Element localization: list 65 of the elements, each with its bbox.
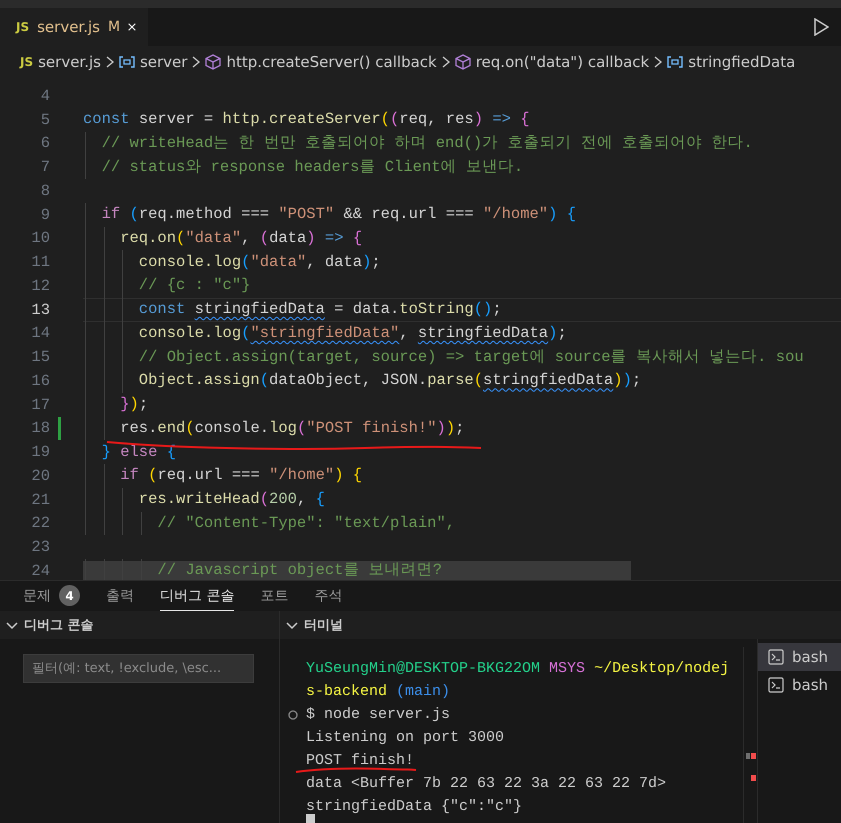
count-badge: 4: [59, 585, 80, 606]
line-number: 11: [30, 253, 50, 272]
terminal-line: POST finish!: [306, 752, 414, 768]
code-line: });: [119, 396, 148, 414]
breadcrumb-item[interactable]: server.js: [38, 53, 101, 71]
terminal-line: YuSeungMin@DESKTOP-BKG22OM MSYS ~/Desktop/nodej: [306, 660, 730, 676]
line-number: 21: [30, 490, 50, 509]
line-number: 19: [30, 443, 50, 462]
line-number: 8: [40, 182, 50, 200]
line-number: 17: [30, 396, 50, 414]
terminal-line: data <Buffer 7b 22 63 22 3a 22 63 22 7d>: [306, 776, 666, 792]
line-number: 10: [30, 229, 50, 248]
code-line: console.log("stringfiedData", stringfiedData);: [138, 324, 567, 342]
terminal-line: s-backend (main): [306, 684, 450, 700]
panel-tab[interactable]: 출력: [106, 581, 134, 611]
editor-tab[interactable]: JS server.js M: [0, 8, 148, 46]
code-line: const stringfiedData = data.toString();: [138, 301, 502, 318]
line-number: 9: [40, 206, 50, 224]
code-line: // {c : "c"}: [138, 277, 250, 294]
line-number: 4: [40, 86, 50, 105]
panel-tab[interactable]: 포트: [260, 581, 288, 611]
filter-field[interactable]: 필터(예: text, !exclude, \esc...: [23, 654, 254, 683]
line-number: 5: [40, 110, 50, 129]
line-number: 14: [30, 324, 50, 342]
breadcrumb-item[interactable]: http.createServer() callback: [226, 53, 437, 71]
code-line: // Javascript object를 보내려면?: [156, 562, 442, 580]
breadcrumb-item[interactable]: stringfiedData: [688, 53, 796, 71]
code-line: res.end(console.log("POST finish!"));: [119, 420, 464, 437]
section-title: 터미널: [304, 617, 343, 634]
terminal-line: stringfiedData {"c":"c"}: [306, 798, 522, 814]
code-line: // status와 response headers를 Client에 보낸다.: [100, 158, 524, 176]
breadcrumb-item[interactable]: req.on("data") callback: [476, 53, 650, 71]
line-number: 16: [30, 372, 50, 390]
line-number: 18: [30, 419, 50, 438]
code-line: res.writeHead(200, {: [138, 491, 325, 508]
code-line: console.log("data", data);: [138, 254, 381, 271]
line-number: 22: [30, 514, 50, 532]
terminal-line: Listening on port 3000: [306, 730, 504, 746]
terminal-session[interactable]: bash: [758, 671, 841, 699]
line-number: 23: [30, 538, 50, 556]
code-line: // Object.assign(target, source) => target에 source를 복사해서 넣는다. sou: [138, 348, 804, 366]
line-number: 24: [30, 562, 50, 580]
line-number: 12: [30, 276, 50, 295]
line-number: 15: [30, 348, 50, 366]
panel-tab[interactable]: 문제 4: [23, 581, 80, 611]
file-type-label: JS: [20, 55, 34, 69]
code-line: const server = http.createServer((req, res) => {: [83, 111, 530, 128]
line-number: 6: [40, 134, 50, 152]
tab-label: server.js: [37, 18, 100, 36]
code-line: // writeHead는 한 번만 호출되어야 하며 end()가 호출되기 전에 호출되어야 한다.: [100, 134, 753, 152]
panel-tab[interactable]: 주석: [314, 581, 342, 611]
code-line: Object.assign(dataObject, JSON.parse(stringfiedData));: [138, 372, 642, 390]
section-title: 디버그 콘솔: [24, 617, 94, 634]
code-line: if (req.method === "POST" && req.url === "/home") {: [100, 206, 576, 224]
line-number: 20: [30, 466, 50, 485]
code-line: req.on("data", (data) => {: [119, 230, 362, 247]
code-line: // "Content-Type": "text/plain",: [156, 514, 456, 532]
terminal-session[interactable]: bash: [758, 643, 841, 671]
line-number: 13: [30, 300, 50, 319]
modified-indicator: M: [108, 19, 120, 35]
line-number: 7: [40, 158, 50, 176]
code-line: if (req.url === "/home") {: [119, 467, 362, 484]
breadcrumb-item[interactable]: server: [140, 53, 188, 71]
file-type-label: JS: [16, 20, 30, 34]
terminal-line: $ node server.js: [306, 706, 450, 722]
